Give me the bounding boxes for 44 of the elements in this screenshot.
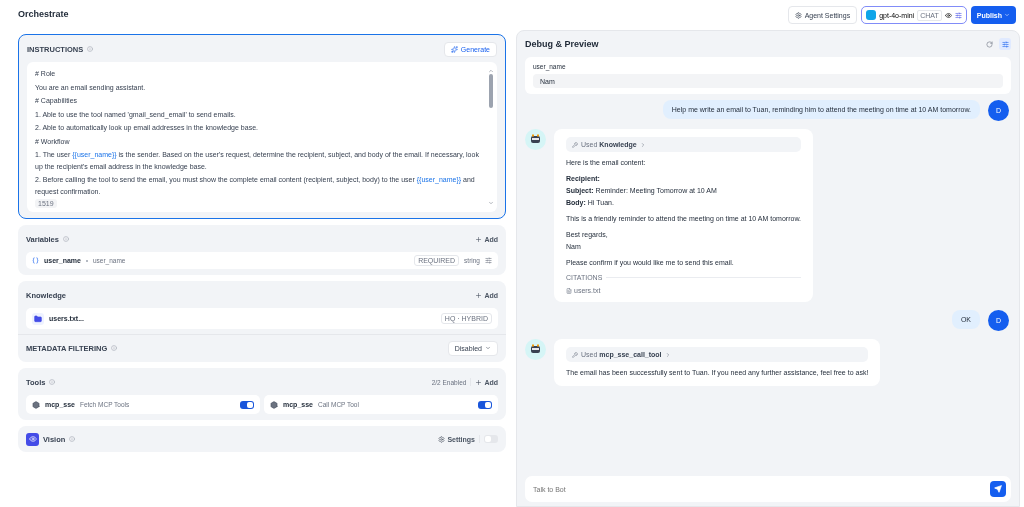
send-icon — [994, 485, 1002, 493]
info-icon — [69, 436, 76, 442]
caret-icon — [485, 345, 491, 351]
eye-icon — [26, 432, 39, 446]
wrench-icon — [572, 141, 578, 148]
sliders-icon — [1001, 40, 1009, 48]
scroll-down-icon — [488, 200, 494, 206]
info-icon — [49, 379, 56, 385]
sliders-icon — [954, 11, 962, 19]
info-icon — [87, 46, 94, 52]
send-button[interactable] — [990, 481, 1006, 497]
info-icon — [111, 345, 118, 351]
vision-toggle[interactable] — [484, 435, 498, 443]
scrollbar-thumb[interactable] — [489, 74, 493, 108]
settings-icon — [794, 11, 802, 19]
plus-icon — [475, 378, 483, 386]
refresh-icon — [985, 40, 993, 48]
plus-icon — [475, 235, 483, 243]
page-title: Orchestrate — [18, 9, 69, 19]
instructions-editor[interactable] — [27, 62, 497, 212]
scroll-up-icon — [488, 68, 494, 74]
tool-icon — [32, 400, 40, 409]
refresh-button[interactable] — [983, 38, 995, 50]
variable-icon — [32, 257, 39, 264]
sparkle-icon — [450, 45, 458, 53]
folder-icon — [32, 312, 44, 325]
info-icon — [62, 236, 69, 242]
robot-avatar-icon — [525, 339, 546, 360]
panel-title: Debug & Preview — [525, 39, 599, 49]
settings-icon — [438, 435, 446, 443]
robot-avatar-icon — [525, 129, 546, 150]
eye-icon — [944, 11, 952, 19]
settings-button[interactable] — [999, 38, 1011, 50]
model-logo-icon — [866, 10, 877, 20]
file-icon — [566, 287, 572, 294]
chevron-icon — [639, 141, 646, 148]
settings-icon — [485, 257, 492, 264]
caret-icon — [1004, 12, 1010, 18]
tool-toggle[interactable] — [478, 400, 492, 409]
tool-toggle[interactable] — [240, 400, 254, 409]
chevron-icon — [664, 351, 671, 358]
wrench-icon — [572, 351, 578, 358]
plus-icon — [475, 291, 483, 299]
tool-icon — [270, 400, 278, 409]
